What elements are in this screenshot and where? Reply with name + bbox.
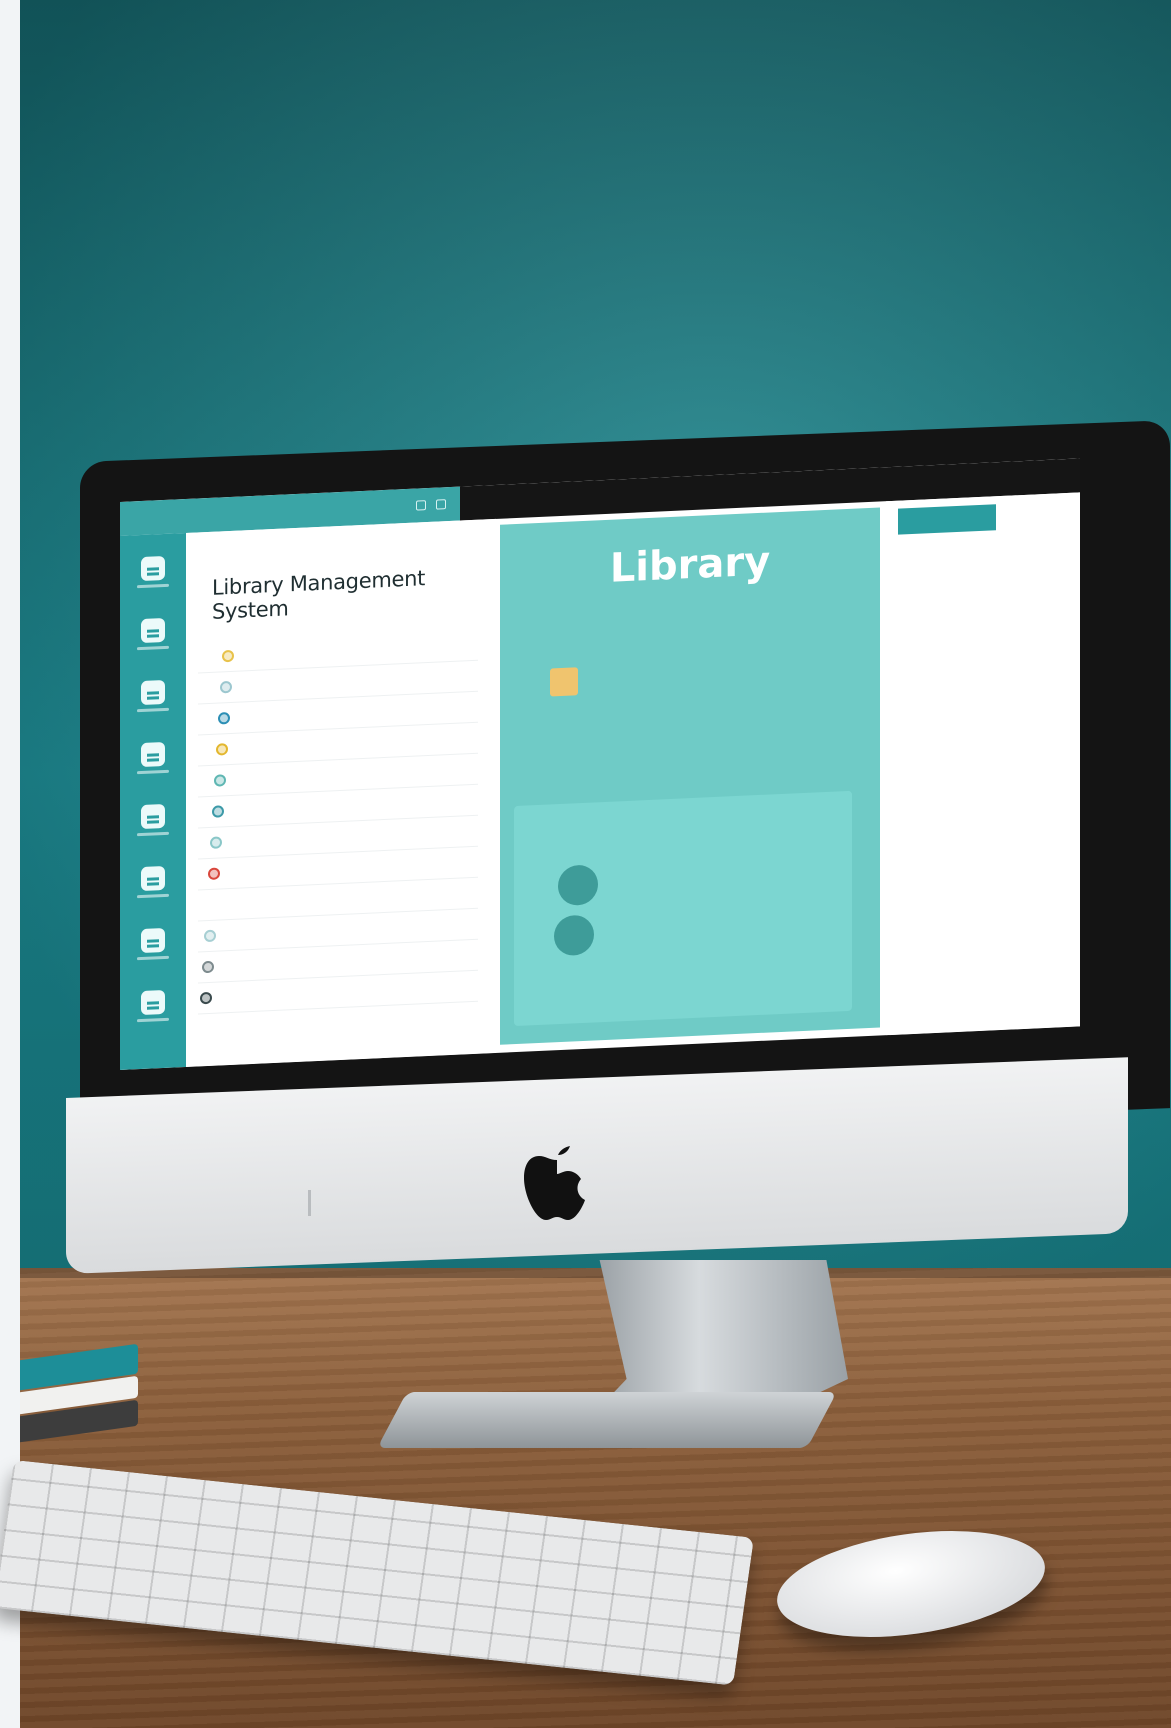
detail-row: [550, 697, 850, 711]
detail-row: [550, 641, 850, 655]
card-heading: [540, 812, 830, 836]
edit-icon[interactable]: [137, 865, 169, 899]
status-dot-icon: [218, 712, 230, 725]
status-dot-icon: [220, 680, 232, 694]
detail-key: [550, 709, 586, 711]
apple-logo-icon: [524, 1146, 585, 1220]
window-icon[interactable]: [416, 500, 426, 511]
scene: Library Management System Library: [0, 0, 1171, 1728]
sidebar: [120, 533, 186, 1070]
chin-mark: [308, 1190, 311, 1216]
status-dot-icon: [208, 867, 220, 881]
page-title: Library Management System: [212, 566, 426, 624]
card-heading-key: [540, 831, 574, 833]
status-dot-icon: [222, 649, 234, 663]
archive-icon[interactable]: [137, 741, 169, 775]
detail-key: [550, 639, 586, 641]
library-icon[interactable]: [137, 679, 169, 713]
monitor-screen: Library Management System Library: [120, 458, 1080, 1071]
menu-list: [198, 629, 478, 1015]
book-stack: [20, 1343, 138, 1443]
details-card: [514, 790, 852, 1027]
document-icon[interactable]: [137, 617, 169, 651]
library-panel: Library: [500, 507, 880, 1045]
status-dot-icon: [212, 805, 224, 818]
status-dot-icon: [216, 743, 228, 756]
avatar: [558, 864, 598, 907]
panel-title: Library: [609, 538, 771, 592]
user-icon[interactable]: [137, 989, 169, 1023]
right-column: [886, 492, 1080, 1036]
main-pane: Library Management System: [186, 518, 496, 1068]
detail-row: [550, 655, 850, 697]
desk-edge: [20, 1268, 1171, 1278]
action-button[interactable]: [898, 504, 996, 535]
avatar: [554, 914, 594, 957]
catalog-icon[interactable]: [137, 803, 169, 837]
monitor-stand-foot: [377, 1392, 837, 1448]
detail-key: [550, 653, 586, 655]
status-dot-icon: [214, 774, 226, 787]
status-dot-icon: [204, 929, 216, 943]
status-dot-icon: [200, 991, 212, 1005]
detail-row: [550, 627, 850, 641]
status-dot-icon: [202, 960, 214, 974]
shelf-icon[interactable]: [137, 927, 169, 961]
status-dot-icon: [210, 836, 222, 849]
detail-rows: [550, 627, 850, 725]
window-icon[interactable]: [436, 499, 446, 510]
topbar-icons: [416, 499, 446, 511]
status-dot-icon: [206, 898, 218, 912]
book-icon[interactable]: [137, 555, 169, 589]
cover-thumbnail: [550, 667, 578, 697]
